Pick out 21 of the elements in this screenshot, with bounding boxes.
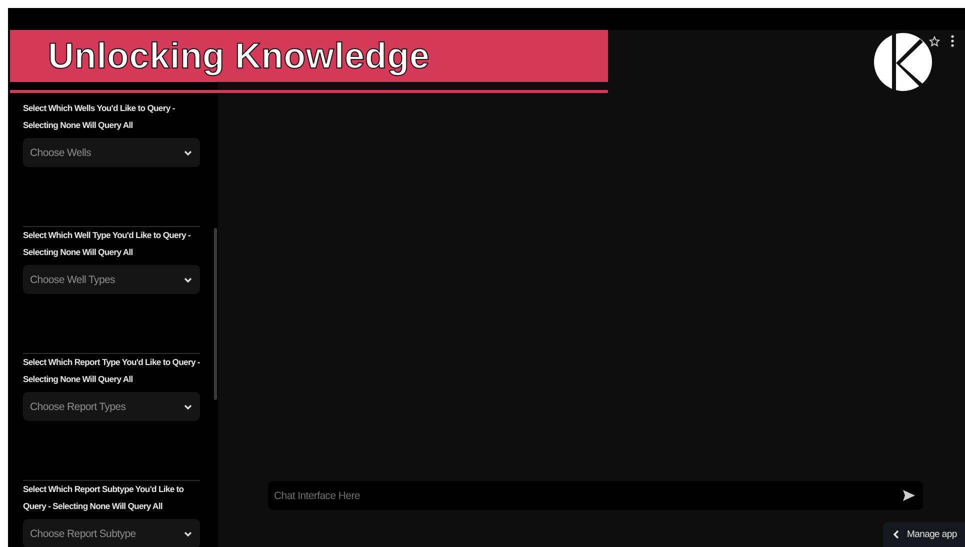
manage-app-button[interactable]: Manage app bbox=[883, 522, 965, 547]
select-field[interactable]: Choose Report Subtype bbox=[23, 519, 200, 547]
filter-label: Select Which Report Subtype You'd Like to Query - Selecting None Will Query All bbox=[23, 483, 185, 513]
chevron-down-icon bbox=[184, 276, 192, 282]
select-field[interactable]: Choose Wells bbox=[23, 138, 200, 167]
select-field[interactable]: Choose Report Types bbox=[23, 392, 200, 421]
scrollbar[interactable] bbox=[214, 228, 217, 400]
filter-label: Select Which Report Type You'd Like to Query - Selecting None Will Query All bbox=[23, 356, 201, 386]
filter-label: Select Which Wells You'd Like to Query - Selecting None Will Query All bbox=[23, 102, 176, 132]
more-menu-icon[interactable] bbox=[951, 35, 954, 47]
send-icon[interactable] bbox=[903, 490, 915, 501]
chat-input[interactable]: Chat Interface Here bbox=[268, 481, 923, 510]
star-icon[interactable] bbox=[929, 36, 940, 46]
filter-label: Select Which Well Type You'd Like to Query - Selecting None Will Query All bbox=[23, 229, 192, 259]
select-field[interactable]: Choose Well Types bbox=[23, 265, 200, 294]
chevron-down-icon bbox=[184, 530, 192, 536]
chevron-down-icon bbox=[184, 404, 192, 410]
banner-title: Unlocking Knowledge bbox=[48, 35, 430, 77]
chevron-left-icon bbox=[893, 530, 899, 539]
chevron-down-icon bbox=[184, 150, 192, 156]
logo-icon bbox=[874, 33, 932, 91]
